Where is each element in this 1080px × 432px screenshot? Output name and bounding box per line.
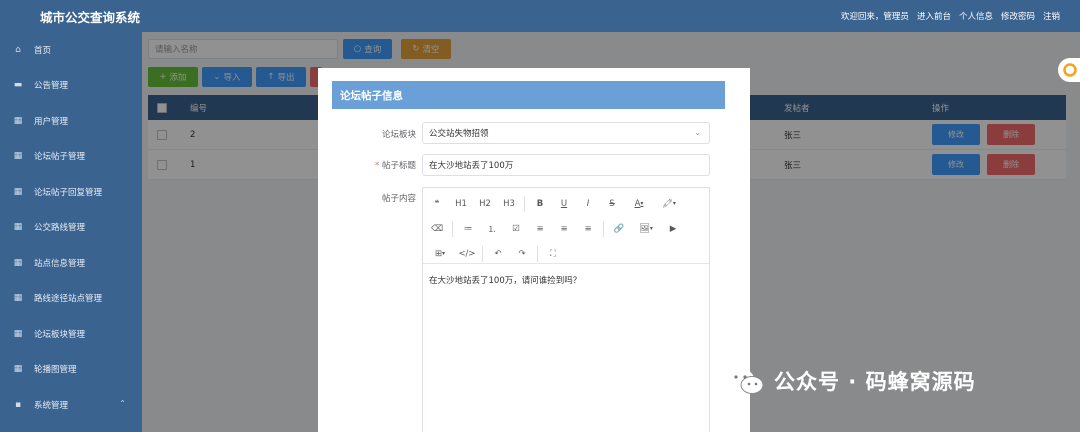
header-links: 欢迎回来，管理员 进入前台 个人信息 修改密码 注销 <box>841 10 1060 22</box>
board-select-value: 公交站失物招领 <box>429 129 489 139</box>
dialog-title: 论坛帖子信息 <box>332 81 725 109</box>
top-header: 城市公交查询系统 欢迎回来，管理员 进入前台 个人信息 修改密码 注销 <box>0 0 1080 32</box>
content-label: 帖子内容 <box>381 194 416 204</box>
italic-icon[interactable]: I <box>576 194 600 214</box>
rich-text-editor[interactable]: ❝ H1 H2 H3 B U I S A▾ 🖍▾ ⌫ ≔ ⒈ ☑ ≡ ≡ ≡ <box>422 187 710 432</box>
front-link[interactable]: 进入前台 <box>917 10 951 22</box>
sidebar-item-route-stations[interactable]: ▦ 路线途径站点管理 <box>0 281 142 317</box>
assistant-icon <box>1063 63 1077 77</box>
watermark-text: 公众号 · 码蜂窝源码 <box>774 370 976 394</box>
grid-icon: ▦ <box>13 115 23 126</box>
grid-icon: ▦ <box>13 328 23 339</box>
sidebar-item-label: 站点信息管理 <box>34 258 86 269</box>
sidebar-item-label: 公交路线管理 <box>34 223 86 234</box>
underline-icon[interactable]: U <box>552 194 576 214</box>
sidebar-item-label: 路线途径站点管理 <box>34 294 103 305</box>
board-select[interactable]: 公交站失物招领 ⌄ <box>422 122 710 144</box>
sidebar-item-forum-replies[interactable]: ▦ 论坛帖子回复管理 <box>0 174 142 210</box>
profile-link[interactable]: 个人信息 <box>959 10 993 22</box>
grid-icon: ▦ <box>13 293 23 304</box>
required-mark: * <box>375 161 382 171</box>
align-right-icon[interactable]: ≡ <box>576 219 600 239</box>
sidebar-item-bus-routes[interactable]: ▦ 公交路线管理 <box>0 210 142 246</box>
numbered-list-icon[interactable]: ⒈ <box>480 219 504 239</box>
chevron-down-icon: ⌃ <box>119 398 126 408</box>
editor-toolbar: ❝ H1 H2 H3 B U I S A▾ 🖍▾ ⌫ ≔ ⒈ ☑ ≡ ≡ ≡ <box>423 188 709 264</box>
sidebar-item-label: 首页 <box>34 45 52 56</box>
sidebar-item-forum-posts[interactable]: ▦ 论坛帖子管理 <box>0 139 142 175</box>
floating-assistant-button[interactable] <box>1058 58 1080 82</box>
sidebar-item-label: 论坛帖子回复管理 <box>34 187 103 198</box>
sidebar-item-label: 论坛帖子管理 <box>34 152 86 163</box>
grid-icon: ▦ <box>13 222 23 233</box>
wechat-logo <box>728 369 764 394</box>
sidebar-item-label: 用户管理 <box>34 116 69 127</box>
highlight-icon[interactable]: 🖍 ▾ <box>654 194 684 214</box>
toolbar-divider <box>524 195 525 212</box>
todo-icon[interactable]: ☑ <box>504 219 528 239</box>
sidebar-item-carousel[interactable]: ▦ 轮播图管理 <box>0 352 142 388</box>
sidebar: ⌂ 首页 ▬ 公告管理 ▦ 用户管理 ▦ 论坛帖子管理 ▦ 论坛帖子回复管理 ▦ 公交路线管… <box>0 32 142 432</box>
table-icon[interactable]: ⊞ ▾ <box>425 244 455 264</box>
app-title: 城市公交查询系统 <box>40 10 141 25</box>
redo-icon[interactable]: ↷ <box>510 244 534 264</box>
sidebar-item-label: 公告管理 <box>34 81 69 92</box>
sidebar-item-label: 轮播图管理 <box>34 365 77 376</box>
clear-format-icon[interactable]: ⌫ <box>425 219 449 239</box>
board-label: 论坛板块 <box>381 130 416 140</box>
home-icon: ⌂ <box>15 44 21 55</box>
image-icon[interactable]: 🖼 ▾ <box>631 219 661 239</box>
grid-icon: ▦ <box>13 186 23 197</box>
sidebar-item-forum-boards[interactable]: ▦ 论坛板块管理 <box>0 316 142 352</box>
code-icon[interactable]: </> <box>455 244 479 264</box>
font-color-icon[interactable]: A ▾ <box>624 194 654 214</box>
watermark: 公众号 · 码蜂窝源码 <box>726 366 976 396</box>
undo-icon[interactable]: ↶ <box>486 244 510 264</box>
toolbar-divider <box>603 220 604 237</box>
toolbar-divider <box>482 245 483 262</box>
video-icon[interactable]: ▶ <box>661 219 685 239</box>
grid-icon: ▦ <box>13 151 23 162</box>
post-dialog: 论坛帖子信息 论坛板块 公交站失物招领 ⌄ * 帖子标题 在大沙地站丢了100万… <box>318 68 750 432</box>
sidebar-item-label: 论坛板块管理 <box>34 329 86 340</box>
logout-link[interactable]: 注销 <box>1043 10 1060 22</box>
editor-content[interactable]: 在大沙地站丢了100万，请问谁捡到吗？ <box>423 264 709 296</box>
quote-icon[interactable]: ❝ <box>425 194 449 214</box>
align-center-icon[interactable]: ≡ <box>552 219 576 239</box>
h2-button[interactable]: H2 <box>473 194 497 214</box>
post-title-input[interactable]: 在大沙地站丢了100万 <box>422 154 710 176</box>
post-title-label: * 帖子标题 <box>375 161 416 171</box>
h3-button[interactable]: H3 <box>497 194 521 214</box>
sidebar-item-stations[interactable]: ▦ 站点信息管理 <box>0 245 142 281</box>
sidebar-item-users[interactable]: ▦ 用户管理 <box>0 103 142 139</box>
grid-icon: ▦ <box>13 364 23 375</box>
link-icon[interactable]: 🔗 <box>607 219 631 239</box>
message-icon: ▬ <box>13 80 23 91</box>
h1-button[interactable]: H1 <box>449 194 473 214</box>
sidebar-item-system[interactable]: ▪ 系统管理 ⌃ <box>0 387 142 423</box>
fullscreen-icon[interactable]: ⛶ <box>541 244 565 264</box>
bold-icon[interactable]: B <box>528 194 552 214</box>
welcome-text: 欢迎回来，管理员 <box>840 12 909 22</box>
sidebar-item-label: 系统管理 <box>34 400 69 411</box>
align-left-icon[interactable]: ≡ <box>528 219 552 239</box>
grid-icon: ▦ <box>13 257 23 268</box>
sidebar-item-home[interactable]: ⌂ 首页 <box>0 32 142 68</box>
toolbar-divider <box>452 220 453 237</box>
chevron-down-icon: ⌄ <box>694 128 701 137</box>
toolbar-divider <box>537 245 538 262</box>
sidebar-item-notices[interactable]: ▬ 公告管理 <box>0 68 142 104</box>
settings-grid-icon: ▪ <box>14 399 22 410</box>
bullet-list-icon[interactable]: ≔ <box>456 219 480 239</box>
change-password-link[interactable]: 修改密码 <box>1001 10 1035 22</box>
strikethrough-icon[interactable]: S <box>600 194 624 214</box>
